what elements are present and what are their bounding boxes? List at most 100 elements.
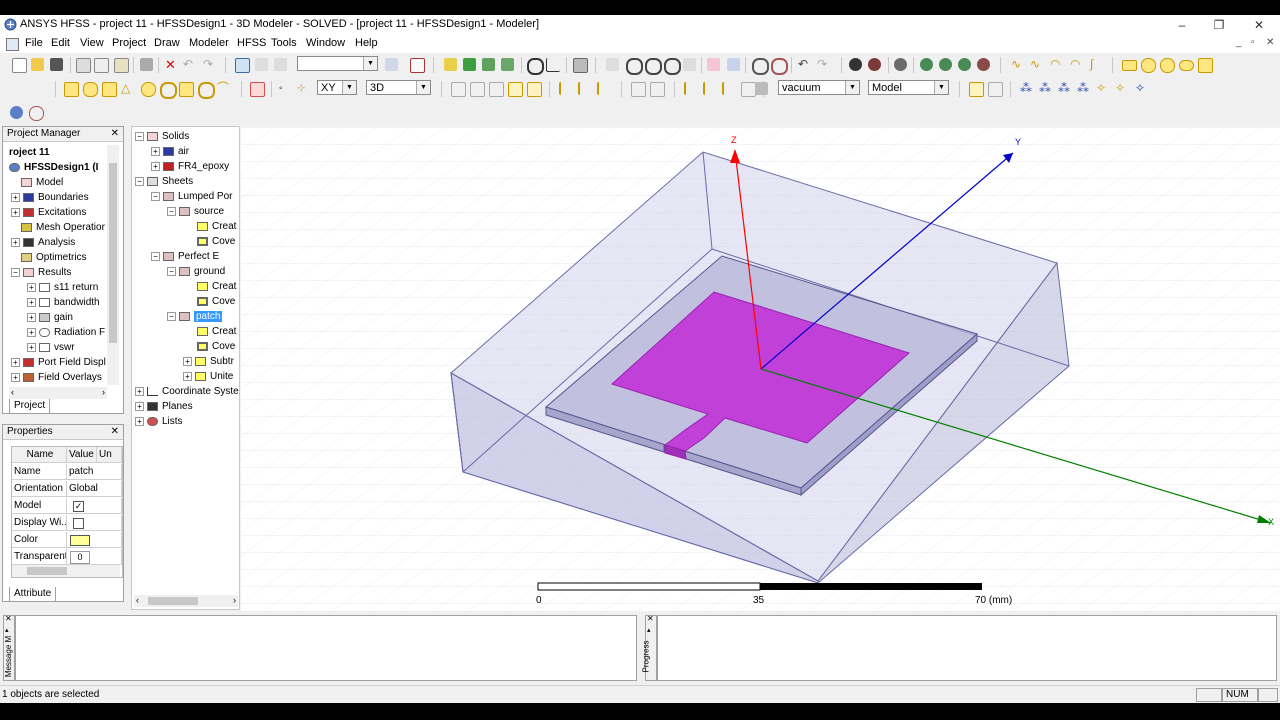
draw-plane-icon[interactable] [1198,58,1213,73]
tree-patch-unite[interactable]: + Unite [183,369,233,384]
mirror-icon[interactable] [597,82,612,95]
collapse-icon[interactable]: − [151,191,160,201]
hide-icon[interactable] [868,58,881,71]
progress-tab[interactable]: ✕ ▴ Progress [642,614,657,681]
3d-modeler-viewport[interactable]: Z Y X 0 35 70 (mm) [241,127,1280,611]
rotate-object-icon[interactable] [578,82,593,95]
menu-modeler[interactable]: Modeler [189,37,229,49]
window-icon[interactable] [573,58,588,73]
material-icon[interactable] [755,82,768,95]
tree-patch-subtract[interactable]: + Subtr [183,354,234,369]
tree-source-create[interactable]: Creat [197,219,236,234]
snap-grid-icon[interactable]: ⊹ [297,82,310,95]
select-edge-icon[interactable] [274,58,287,71]
select-face-icon[interactable] [255,58,268,71]
relative-cs-icon[interactable]: ⁂ [1020,82,1033,95]
intersect-icon[interactable] [489,82,504,97]
minimize-button[interactable]: – [1167,16,1197,34]
draw-regular-polyhedron-icon[interactable] [102,82,117,97]
menu-draw[interactable]: Draw [154,37,180,49]
expand-icon[interactable]: + [27,342,36,352]
global-cs-icon[interactable]: ✧ [1096,82,1109,95]
menu-tools[interactable]: Tools [271,37,297,49]
hfss-toolbar-icon[interactable] [10,106,23,119]
spin-icon[interactable] [664,58,681,75]
scroll-thumb[interactable] [27,567,67,575]
display-wireframe-checkbox[interactable] [73,518,84,529]
menu-view[interactable]: View [80,37,104,49]
tree-lists[interactable]: + Lists [135,414,183,429]
tree-item-analysis[interactable]: + Analysis [11,235,75,250]
validate-icon[interactable] [444,58,457,71]
tree-item-optimetrics[interactable]: Optimetrics [21,250,87,265]
properties-close-button[interactable]: ✕ [111,425,119,439]
draw-rectangle-icon[interactable] [1122,60,1137,71]
antenna-toolkit-icon[interactable] [29,106,44,121]
draw-arc-icon[interactable]: ◠ [1050,58,1063,71]
cut-icon[interactable] [76,58,91,73]
expand-icon[interactable]: + [11,357,20,367]
material-combo[interactable]: vacuum ▼ [778,80,860,95]
undo-view-icon[interactable]: ↶ [798,58,811,71]
scroll-thumb[interactable] [148,597,198,605]
expand-icon[interactable]: + [27,312,36,322]
subtract-icon[interactable] [470,82,485,97]
prop-orientation-value[interactable]: Global [67,481,122,497]
collapse-icon[interactable]: − [135,176,144,186]
menu-window[interactable]: Window [306,37,345,49]
tree-item-mesh-operations[interactable]: Mesh Operatior [21,220,105,235]
split-icon[interactable] [508,82,523,97]
draw-bondwire-icon[interactable]: ⌒ [217,82,230,95]
expand-icon[interactable]: + [27,327,36,337]
tree-item-model[interactable]: Model [21,175,63,190]
mdi-restore-button[interactable]: ▫ [1251,37,1255,48]
color-swatch[interactable] [70,535,90,546]
document-menu-icon[interactable] [6,38,19,51]
hide-all-icon[interactable] [977,58,990,71]
expand-icon[interactable]: + [183,356,192,366]
copy-icon[interactable] [94,58,109,73]
draw-circle-icon[interactable] [1160,58,1175,73]
scroll-thumb[interactable] [109,163,117,343]
collapse-icon[interactable]: − [11,267,20,277]
model-tree-hscrollbar[interactable]: ‹ › [134,595,238,607]
expand-icon[interactable]: + [11,207,20,217]
menu-project[interactable]: Project [112,37,146,49]
tree-sheets[interactable]: − Sheets [135,174,193,189]
mdi-close-button[interactable]: ✕ [1266,37,1274,48]
draw-torus-icon[interactable] [160,82,177,99]
collapse-icon[interactable]: − [167,266,176,276]
print-icon[interactable] [140,58,153,71]
tree-item-vswr[interactable]: + vswr [27,340,75,355]
tree-patch-cover[interactable]: Cove [197,339,235,354]
expand-icon[interactable]: + [135,416,144,426]
draw-ellipse-icon[interactable] [1141,58,1156,73]
menu-hfss[interactable]: HFSS [237,37,266,49]
draw-spiral-icon[interactable] [198,82,215,99]
report-icon[interactable] [546,58,560,72]
imprint-icon[interactable] [527,82,542,97]
menu-edit[interactable]: Edit [51,37,70,49]
plane-combo[interactable]: XY ▼ [317,80,357,95]
view-options-icon[interactable] [849,58,862,71]
expand-icon[interactable]: + [135,401,144,411]
viewport-canvas[interactable]: Z Y X 0 35 70 (mm) [241,127,1280,611]
expand-icon[interactable]: + [151,146,160,156]
expand-icon[interactable]: + [183,371,192,381]
record-icon[interactable] [410,58,425,73]
prop-name-value[interactable]: patch [67,464,122,480]
sweep-icon[interactable] [684,82,699,95]
tree-source[interactable]: − source [167,204,224,219]
message-manager-tab[interactable]: ✕ ▴ Message M [3,614,15,681]
fit-all-icon[interactable] [727,58,740,71]
mdi-minimize-button[interactable]: _ [1236,37,1242,48]
expand-icon[interactable]: + [151,161,160,171]
tree-patch[interactable]: − patch [167,309,223,324]
unite-icon[interactable] [451,82,466,97]
zoom-in-icon[interactable] [752,58,769,75]
properties-hscrollbar[interactable] [12,565,120,577]
tree-fr4-epoxy[interactable]: + FR4_epoxy [151,159,229,174]
draw-helix-icon[interactable] [179,82,194,97]
tree-item-boundaries[interactable]: + Boundaries [11,190,89,205]
tree-coordinate-systems[interactable]: + Coordinate Syste [135,384,239,399]
